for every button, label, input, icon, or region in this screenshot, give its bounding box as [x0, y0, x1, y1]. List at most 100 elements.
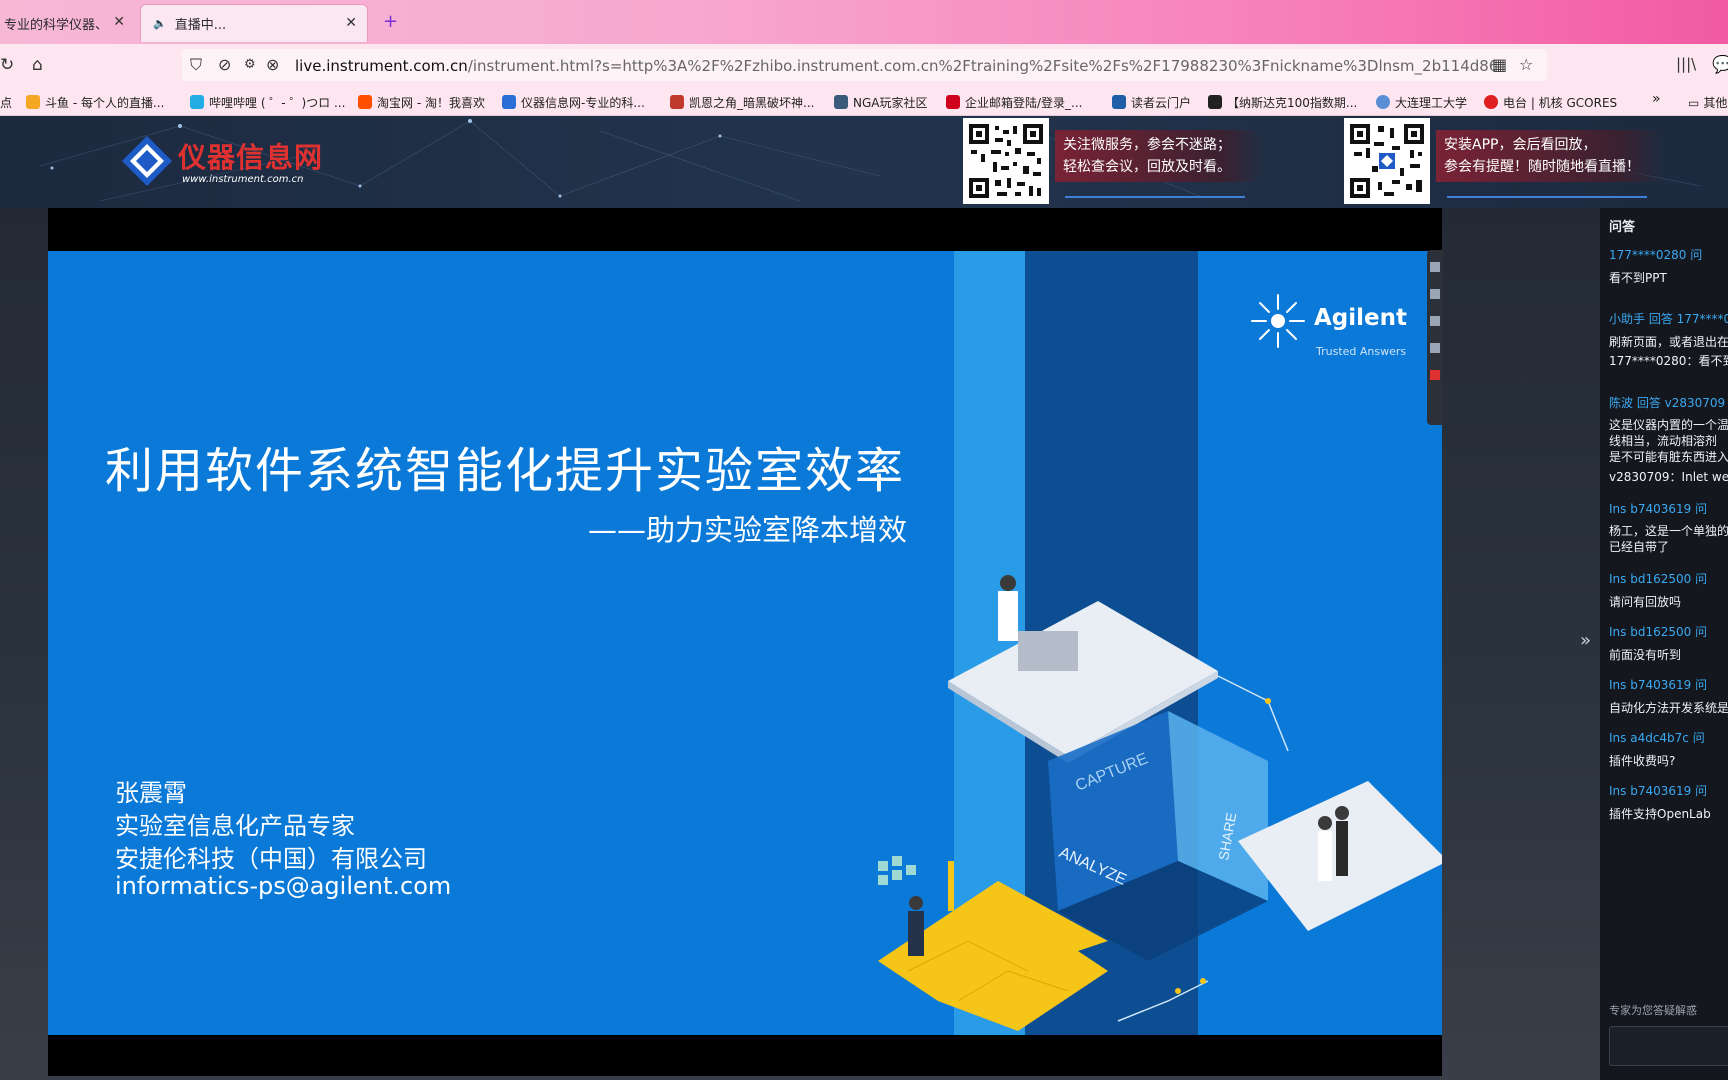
diablo-icon — [670, 95, 684, 109]
bookmark-item[interactable]: NGA玩家社区 — [834, 94, 928, 111]
promo-line: 安装APP，会后看回放， — [1444, 137, 1597, 153]
bookmark-item[interactable]: 点 — [0, 94, 12, 111]
rectangle-tool-icon[interactable] — [1430, 316, 1440, 326]
new-tab-button[interactable]: + — [383, 11, 398, 32]
bookmark-item[interactable]: 凯恩之角_暗黑破坏神... — [670, 94, 814, 111]
slide-title: 利用软件系统智能化提升实验室效率 — [105, 443, 906, 499]
qa-author: Ins b7403619 问 — [1609, 678, 1708, 692]
qa-author: 陈波 回答 v2830709 — [1609, 396, 1726, 410]
browser-tab-bar: 专业的科学仪器、 ✕ 🔈 直播中... ✕ + — [0, 0, 1728, 44]
tracking-off-icon[interactable]: ⊗ — [266, 55, 279, 74]
douyu-icon — [26, 95, 40, 109]
bookmark-folder-other[interactable]: ▭ 其他 — [1688, 94, 1727, 111]
bookmark-item[interactable]: 淘宝网 - 淘！我喜欢 — [358, 94, 485, 111]
eraser-tool-icon[interactable] — [1430, 343, 1440, 353]
qa-message: 自动化方法开发系统是 — [1609, 701, 1728, 715]
logo-mark-icon — [122, 136, 172, 186]
logo-text: 仪器信息网 — [178, 141, 324, 174]
qa-author: Ins bd162500 问 — [1609, 572, 1708, 586]
presentation-slide: 利用软件系统智能化提升实验室效率 ——助力实验室降本增效 张震霄 实验室信息化产… — [48, 251, 1442, 1035]
gcores-icon — [1484, 95, 1498, 109]
url-text[interactable]: live.instrument.com.cn/instrument.html?s… — [295, 57, 1495, 75]
wechat-promo-text: 关注微服务，参会不迷路； 轻松查会议，回放及时看。 — [1055, 130, 1265, 182]
promo-line: 参会有提醒！随时随地看直播！ — [1444, 159, 1640, 175]
bookmark-label: 电台 | 机核 GCORES — [1503, 96, 1618, 110]
qa-item: 小助手 回答 177****0280 刷新页面，或者退出在进入 177****0… — [1609, 310, 1728, 370]
instrument-logo[interactable]: 仪器信息网 www.instrument.com.cn — [120, 132, 350, 192]
promo-line: 轻松查会议，回放及时看。 — [1063, 159, 1231, 175]
permissions-icon[interactable]: ⊘ — [218, 55, 231, 74]
agilent-spark-icon — [1251, 294, 1305, 348]
close-tab-icon[interactable]: ✕ — [113, 14, 125, 30]
question-input[interactable] — [1609, 1026, 1728, 1066]
qa-panel: 问答 177****0280 问 看不到PPT 小助手 回答 177****02… — [1600, 208, 1728, 1080]
qa-footer-text: 专家为您答疑解惑 — [1609, 1004, 1697, 1017]
nga-icon — [834, 95, 848, 109]
reader-icon — [1112, 95, 1126, 109]
pointer-tool-icon[interactable] — [1430, 262, 1440, 272]
instrument-icon — [502, 95, 516, 109]
pen-tool-icon[interactable] — [1430, 289, 1440, 299]
qa-author: Ins bd162500 问 — [1609, 625, 1708, 639]
qa-author: 177****0280 问 — [1609, 248, 1703, 262]
presenter-role: 实验室信息化产品专家 — [115, 812, 355, 840]
promo-arrow-line — [1447, 196, 1647, 198]
bookmark-item[interactable]: 【纳斯达克100指数期... — [1208, 94, 1357, 111]
home-icon[interactable]: ⌂ — [32, 55, 43, 75]
color-tool-icon[interactable] — [1430, 370, 1440, 380]
qa-item: Ins bd162500 问 请问有回放吗 — [1609, 570, 1728, 611]
reload-icon[interactable]: ↻ — [0, 55, 14, 75]
qa-message: 是不可能有脏东西进入 — [1609, 450, 1728, 464]
qa-message: 看不到PPT — [1609, 271, 1667, 285]
bookmark-item[interactable]: 读者云门户 — [1112, 94, 1191, 111]
annotation-toolbar — [1427, 250, 1443, 425]
bookmark-label: 【纳斯达克100指数期... — [1227, 96, 1358, 110]
bookmark-item[interactable]: 大连理工大学 — [1376, 94, 1467, 111]
bookmark-label: 凯恩之角_暗黑破坏神... — [689, 96, 815, 110]
bookmark-label: 大连理工大学 — [1395, 96, 1468, 110]
bookmark-item[interactable]: 企业邮箱登陆/登录_... — [946, 94, 1083, 111]
site-settings-icon[interactable]: ⚙ — [244, 57, 256, 72]
app-qr-code — [1344, 118, 1430, 204]
collapse-panel-icon[interactable]: » — [1580, 630, 1591, 651]
bookmark-label: NGA玩家社区 — [853, 96, 928, 110]
tab-label: 专业的科学仪器、 — [4, 17, 109, 33]
qa-message: 插件支持OpenLab — [1609, 807, 1711, 821]
qa-author: Ins b7403619 问 — [1609, 784, 1708, 798]
bookmark-label: 淘宝网 - 淘！我喜欢 — [377, 96, 485, 110]
agilent-brand: Agilent — [1314, 305, 1407, 331]
presenter-email: informatics-ps@agilent.com — [115, 872, 452, 900]
bookmark-label: 读者云门户 — [1131, 96, 1192, 110]
bookmark-item[interactable]: 电台 | 机核 GCORES — [1484, 94, 1617, 111]
investing-icon — [1208, 95, 1222, 109]
bookmark-label: 斗鱼 - 每个人的直播... — [45, 96, 165, 110]
qa-item: Ins a4dc4b7c 问 插件收费吗? — [1609, 729, 1728, 770]
folder-icon: ▭ — [1688, 96, 1700, 110]
qa-message: 刷新页面，或者退出在进入 — [1609, 335, 1728, 349]
tab-live[interactable]: 🔈 直播中... ✕ — [140, 4, 368, 42]
tab-instrument-home[interactable]: 专业的科学仪器、 ✕ — [0, 4, 135, 42]
bookmark-label: 其他 — [1703, 96, 1728, 110]
bookmark-star-icon[interactable]: ☆ — [1519, 55, 1533, 74]
qr-code-icon[interactable]: ▦ — [1492, 55, 1507, 74]
qa-item: 陈波 回答 v2830709 这是仪器内置的一个温度 线相当，流动相溶剂 是不可… — [1609, 394, 1728, 486]
chat-icon[interactable]: 💬 — [1712, 55, 1728, 75]
qa-message: 杨工，这是一个单独的 — [1609, 524, 1728, 538]
bookmark-label: 企业邮箱登陆/登录_... — [965, 96, 1083, 110]
bookmark-item[interactable]: 哔哩哔哩 ( ゜- ゜)つロ ... — [190, 94, 345, 111]
tab-label: 直播中... — [174, 18, 227, 33]
presenter-company: 安捷伦科技（中国）有限公司 — [115, 845, 427, 873]
mail-icon — [946, 95, 960, 109]
bookmark-item[interactable]: 斗鱼 - 每个人的直播... — [26, 94, 164, 111]
more-bookmarks-icon[interactable]: » — [1652, 91, 1661, 107]
shield-icon[interactable]: ⛉ — [190, 55, 202, 75]
qa-title: 问答 — [1609, 220, 1636, 235]
agilent-tagline: Trusted Answers — [1316, 345, 1407, 358]
close-tab-icon[interactable]: ✕ — [345, 15, 357, 31]
bookmark-item[interactable]: 仪器信息网-专业的科... — [502, 94, 645, 111]
lab-workflow-illustration: CAPTURE ANALYZE SHARE — [878, 575, 1442, 1031]
library-icon[interactable]: |||\ — [1676, 55, 1696, 73]
presenter-name: 张震霄 — [115, 779, 187, 807]
address-bar[interactable]: ⛉ ⊘ ⚙ ⊗ live.instrument.com.cn/instrumen… — [182, 49, 1547, 81]
qa-message: 已经自带了 — [1609, 540, 1670, 554]
